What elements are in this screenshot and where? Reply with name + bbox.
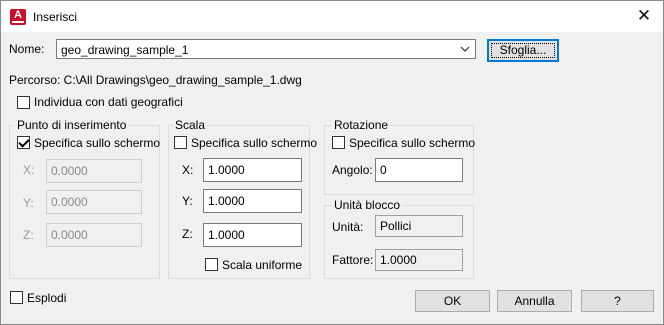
insertion-point-title: Punto di inserimento xyxy=(15,118,129,132)
help-button[interactable]: ? xyxy=(581,290,654,312)
window-title: Inserisci xyxy=(33,10,78,24)
insertion-y-input[interactable]: 0.0000 xyxy=(46,190,142,214)
title-bar: A Inserisci ✕ xyxy=(1,1,663,32)
angle-label: Angolo: xyxy=(332,163,373,177)
scale-title: Scala xyxy=(173,118,208,132)
focus-rectangle xyxy=(491,43,555,58)
insertion-y-label: Y: xyxy=(23,196,34,210)
rotation-specify-checkbox[interactable] xyxy=(332,136,345,149)
insertion-z-label: Z: xyxy=(23,228,34,242)
factor-label: Fattore: xyxy=(332,253,374,267)
scale-specify-checkbox[interactable] xyxy=(174,136,187,149)
rotation-specify-label: Specifica sullo schermo xyxy=(349,136,476,150)
uniform-scale-checkbox[interactable] xyxy=(205,258,218,271)
close-icon[interactable]: ✕ xyxy=(633,6,655,26)
factor-value: 1.0000 xyxy=(375,249,463,271)
unit-label: Unità: xyxy=(332,220,364,234)
insertion-z-input[interactable]: 0.0000 xyxy=(46,223,142,247)
insertion-x-input[interactable]: 0.0000 xyxy=(46,159,142,183)
scale-z-label: Z: xyxy=(182,227,193,241)
scale-specify-label: Specifica sullo schermo xyxy=(191,136,318,150)
angle-input[interactable]: 0 xyxy=(375,158,463,182)
chevron-down-icon xyxy=(460,46,470,52)
geo-label: Individua con dati geografici xyxy=(34,95,183,109)
name-label: Nome: xyxy=(9,42,45,56)
insertion-specify-label: Specifica sullo schermo xyxy=(34,136,161,150)
scale-x-input[interactable]: 1.0000 xyxy=(203,158,302,182)
rotation-title: Rotazione xyxy=(332,118,391,132)
name-value: geo_drawing_sample_1 xyxy=(61,43,189,57)
scale-y-label: Y: xyxy=(182,194,193,208)
name-combobox[interactable]: geo_drawing_sample_1 xyxy=(56,39,476,59)
ok-button[interactable]: OK xyxy=(415,290,490,312)
scale-x-label: X: xyxy=(182,163,194,177)
unit-value: Pollici xyxy=(375,215,463,237)
insert-dialog: A Inserisci ✕ Nome: geo_drawing_sample_1… xyxy=(0,0,664,325)
insertion-specify-checkbox[interactable] xyxy=(17,136,30,149)
path-text: Percorso: C:\All Drawings\geo_drawing_sa… xyxy=(9,73,302,87)
scale-z-input[interactable]: 1.0000 xyxy=(203,223,302,247)
autocad-icon: A xyxy=(10,9,26,25)
explode-checkbox[interactable] xyxy=(10,291,23,304)
scale-y-input[interactable]: 1.0000 xyxy=(203,189,302,213)
insertion-x-label: X: xyxy=(23,163,35,177)
explode-label: Esplodi xyxy=(27,291,67,305)
uniform-scale-label: Scala uniforme xyxy=(222,258,303,272)
browse-button[interactable]: Sfoglia... xyxy=(487,39,559,62)
block-unit-title: Unità blocco xyxy=(332,198,403,212)
cancel-button[interactable]: Annulla xyxy=(497,290,572,312)
geo-checkbox[interactable] xyxy=(17,96,30,109)
